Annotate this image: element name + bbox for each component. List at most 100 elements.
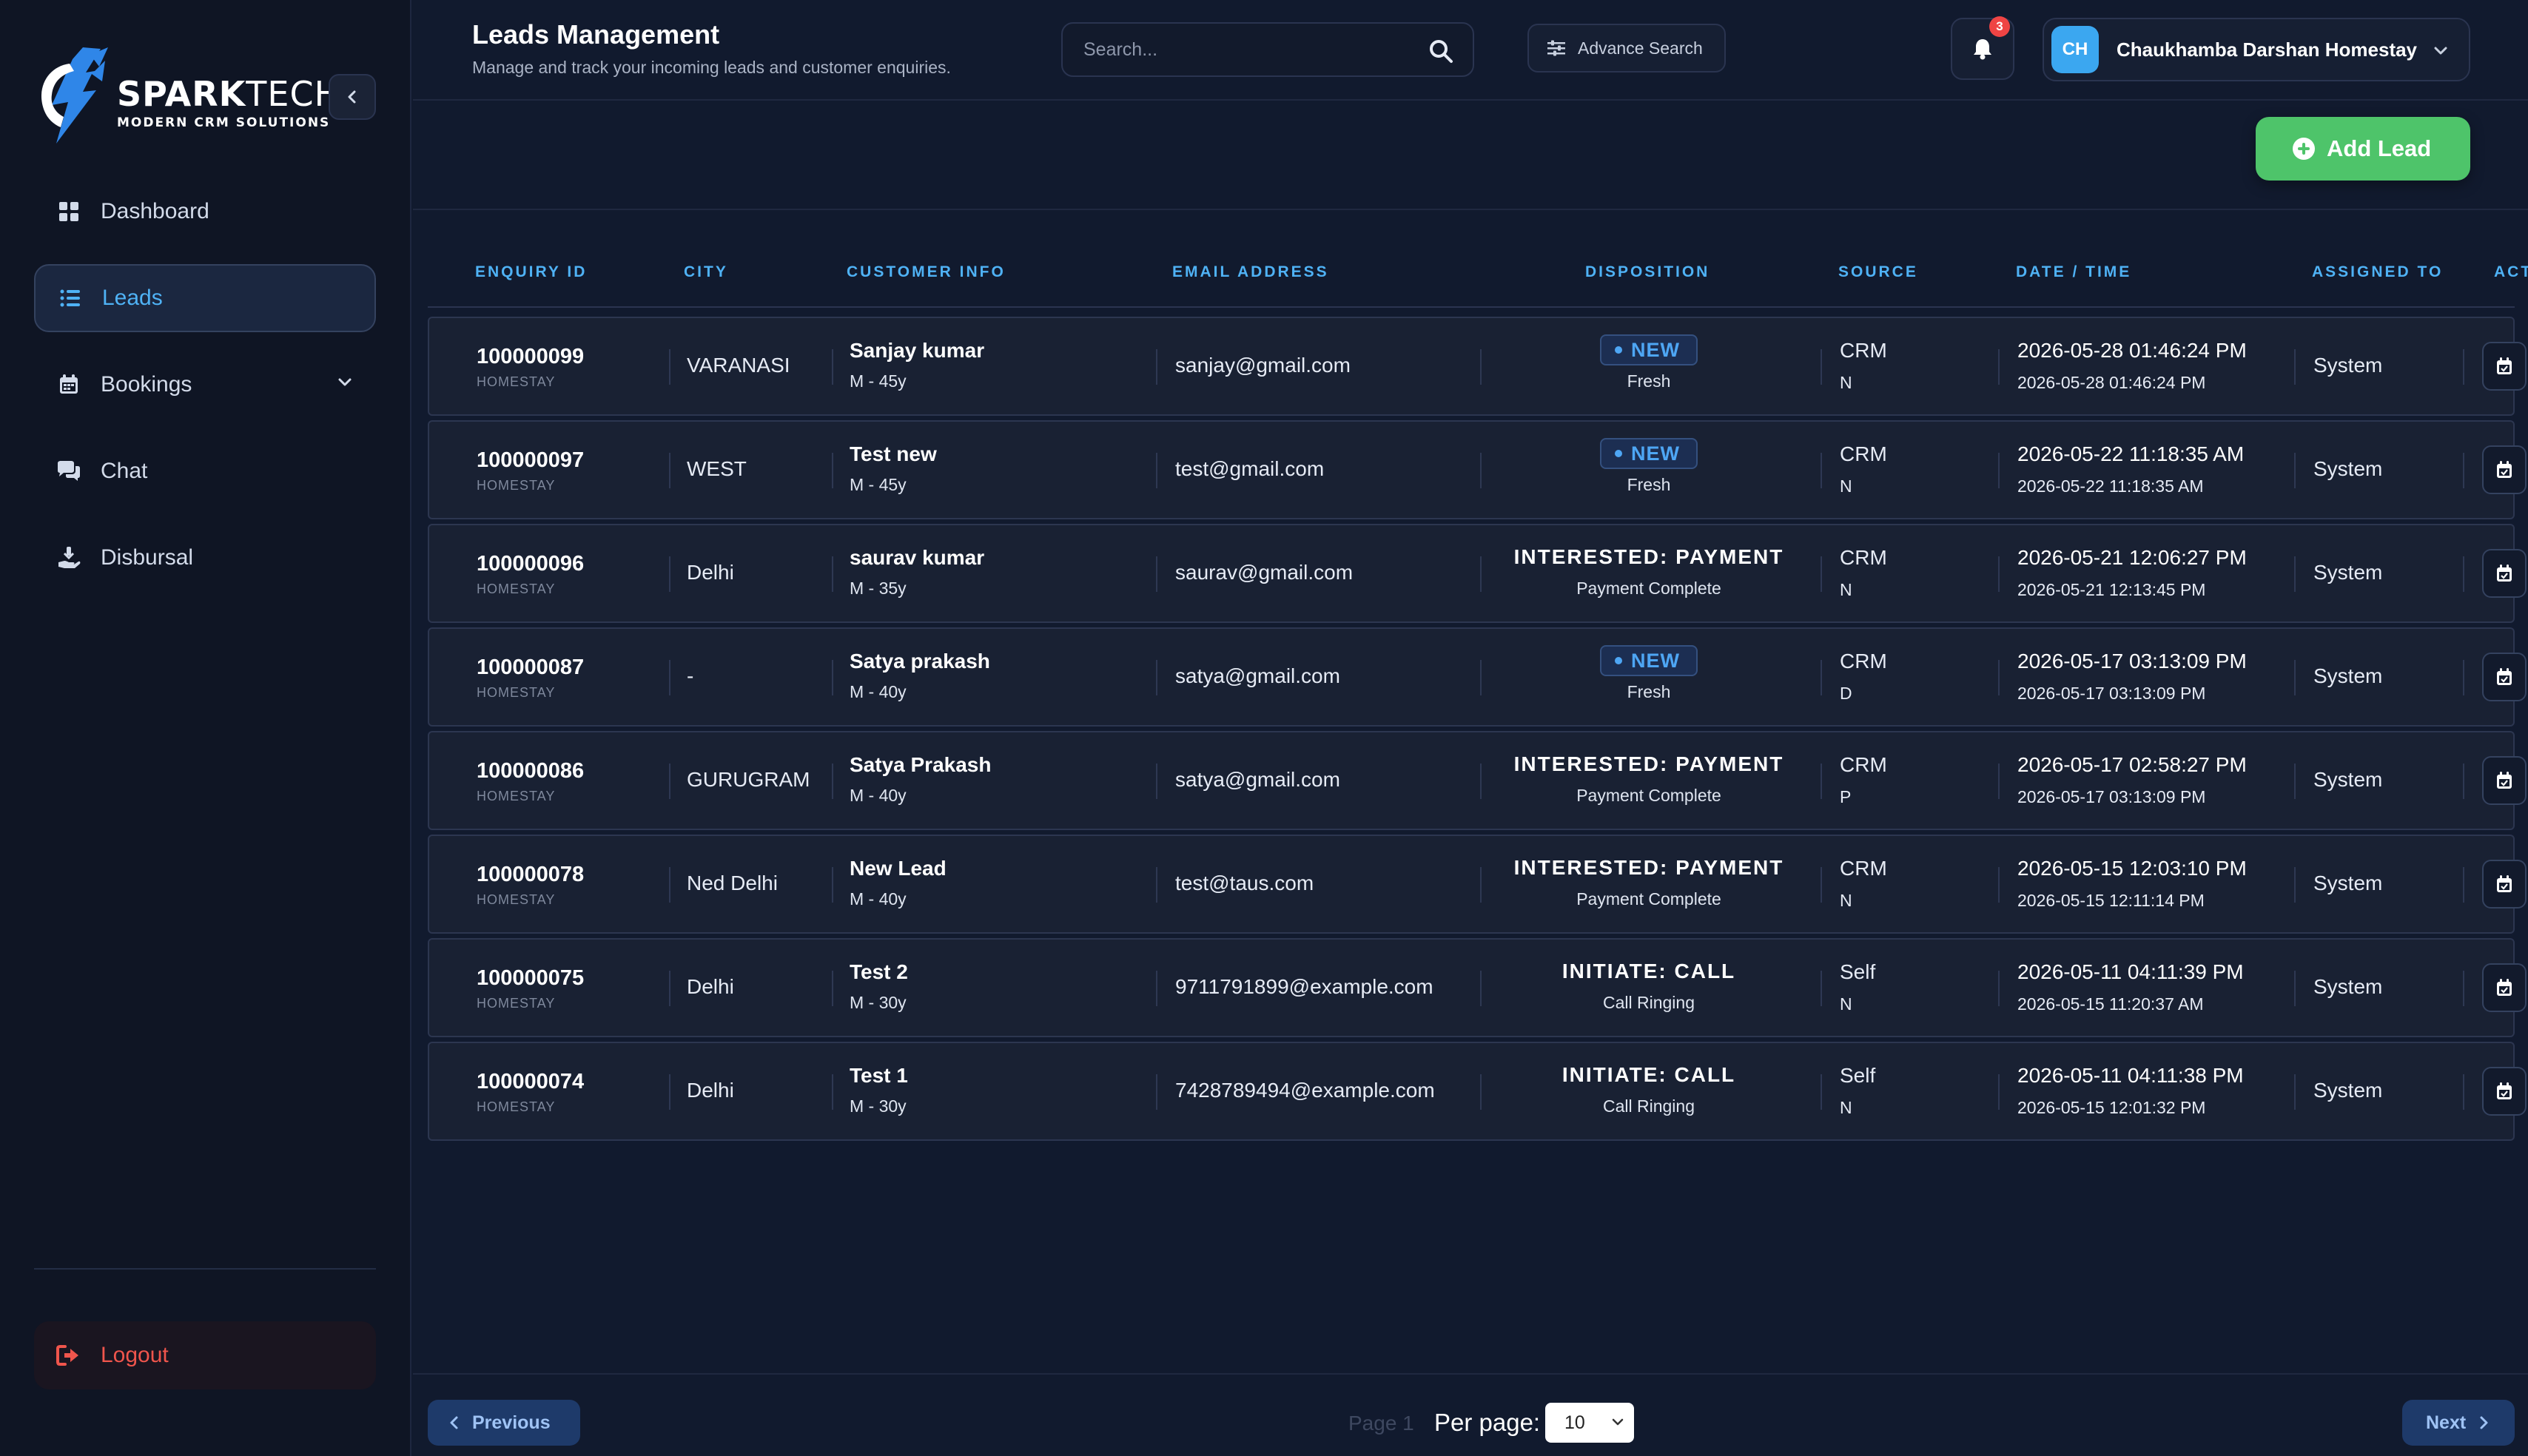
assigned-to-cell: System [2313, 872, 2383, 894]
assigned-to-cell: System [2313, 768, 2383, 791]
email-cell: satya@gmail.com [1175, 664, 1340, 687]
table-row[interactable]: 100000086 HOMESTAY GURUGRAM Satya Prakash M … [428, 731, 2527, 830]
disposition-sub: Payment Complete [1576, 579, 1721, 598]
schedule-button[interactable] [2482, 549, 2527, 598]
calendar-check-icon [2496, 1082, 2512, 1100]
leads-table: ENQUIRY ID CITY CUSTOMER INFO EMAIL ADDR… [428, 252, 2528, 1147]
sidebar-item-label: Chat [101, 459, 148, 483]
brand-name: SPARKTECH [117, 74, 341, 114]
sidebar: SPARKTECH MODERN CRM SOLUTIONS Dashboard… [0, 0, 411, 1456]
sidebar-divider [34, 1268, 376, 1270]
brand-logo[interactable]: SPARKTECH MODERN CRM SOLUTIONS [34, 44, 340, 148]
sidebar-item-disbursal[interactable]: Disbursal [34, 524, 376, 592]
cell-divider [2463, 971, 2464, 1006]
updated-time: 2026-05-21 12:13:45 PM [2017, 580, 2206, 599]
schedule-button[interactable] [2482, 445, 2527, 494]
schedule-button[interactable] [2482, 653, 2527, 701]
schedule-button[interactable] [2482, 860, 2527, 909]
cell-divider [1998, 764, 2000, 799]
customer-name: Satya prakash [850, 650, 990, 673]
sidebar-item-bookings[interactable]: Bookings [34, 351, 376, 419]
enquiry-id[interactable]: 100000075 [477, 966, 584, 991]
disposition-sub: Call Ringing [1602, 993, 1695, 1012]
customer-name: Satya Prakash [850, 753, 992, 776]
leads-toolbar: Add Lead [413, 102, 2528, 210]
cell-divider [2463, 453, 2464, 488]
customer-meta: M - 40y [850, 889, 907, 909]
enquiry-id[interactable]: 100000074 [477, 1070, 584, 1094]
collapse-sidebar-button[interactable] [329, 74, 376, 120]
updated-time: 2026-05-17 03:13:09 PM [2017, 787, 2206, 806]
column-header-actions[interactable]: ACT [2494, 263, 2528, 281]
cell-divider [669, 867, 670, 903]
chevron-down-icon [338, 378, 352, 386]
table-row[interactable]: 100000096 HOMESTAY Delhi saurav kumar M - 35… [428, 524, 2527, 623]
enquiry-id[interactable]: 100000097 [477, 448, 584, 473]
enquiry-id[interactable]: 100000096 [477, 552, 584, 576]
status-dot-icon [1615, 346, 1622, 354]
add-lead-button[interactable]: Add Lead [2256, 117, 2470, 181]
column-header-city[interactable]: CITY [684, 263, 728, 281]
enquiry-id[interactable]: 100000086 [477, 759, 584, 783]
schedule-button[interactable] [2482, 342, 2527, 391]
table-body: 100000099 HOMESTAY VARANASI Sanjay kumar M -… [428, 317, 2527, 1145]
table-row[interactable]: 100000074 HOMESTAY Delhi Test 1 M - 30y 74287… [428, 1042, 2527, 1141]
sidebar-item-label: Bookings [101, 372, 192, 397]
column-header-email[interactable]: EMAIL ADDRESS [1172, 263, 1329, 281]
enquiry-id[interactable]: 100000087 [477, 655, 584, 680]
created-time: 2026-05-17 03:13:09 PM [2017, 650, 2247, 673]
schedule-button[interactable] [2482, 1067, 2527, 1116]
column-header-assigned-to[interactable]: ASSIGNED TO [2312, 263, 2443, 281]
top-header: Leads Management Manage and track your i… [413, 0, 2528, 101]
table-row[interactable]: 100000097 HOMESTAY WEST Test new M - 45y test… [428, 420, 2527, 519]
city-cell: Delhi [687, 975, 734, 998]
previous-page-button[interactable]: Previous [428, 1400, 580, 1446]
cell-divider [2463, 1074, 2464, 1110]
next-page-button[interactable]: Next [2402, 1400, 2515, 1446]
logout-button[interactable]: Logout [34, 1321, 376, 1389]
search-input[interactable] [1063, 38, 1411, 61]
cell-divider [1480, 971, 1482, 1006]
lightning-logo-icon [41, 47, 108, 144]
per-page-select[interactable]: 10 [1545, 1403, 1634, 1443]
schedule-button[interactable] [2482, 756, 2527, 805]
email-cell: test@gmail.com [1175, 457, 1325, 480]
sidebar-item-leads[interactable]: Leads [34, 264, 376, 332]
column-header-date-time[interactable]: DATE / TIME [2016, 263, 2131, 281]
column-header-enquiry-id[interactable]: ENQUIRY ID [475, 263, 587, 281]
table-row[interactable]: 100000078 HOMESTAY Ned Delhi New Lead M - 40… [428, 835, 2527, 934]
updated-time: 2026-05-17 03:13:09 PM [2017, 684, 2206, 703]
cell-divider [1156, 971, 1157, 1006]
column-header-source[interactable]: SOURCE [1838, 263, 1918, 281]
cell-divider [1156, 453, 1157, 488]
table-row[interactable]: 100000075 HOMESTAY Delhi Test 2 M - 30y 97117… [428, 938, 2527, 1037]
table-row[interactable]: 100000099 HOMESTAY VARANASI Sanjay kumar M -… [428, 317, 2527, 416]
sidebar-item-dashboard[interactable]: Dashboard [34, 178, 376, 246]
source-cell: CRM [1840, 339, 1887, 362]
enquiry-type: HOMESTAY [477, 582, 556, 596]
enquiry-type: HOMESTAY [477, 789, 556, 803]
cell-divider [669, 971, 670, 1006]
cell-divider [1821, 1074, 1822, 1110]
table-row[interactable]: 100000087 HOMESTAY - Satya prakash M - 40y sa… [428, 627, 2527, 727]
schedule-button[interactable] [2482, 963, 2527, 1012]
enquiry-id[interactable]: 100000099 [477, 345, 584, 369]
notifications-button[interactable]: 3 [1951, 16, 2014, 80]
cell-divider [669, 349, 670, 385]
column-header-disposition[interactable]: DISPOSITION [1585, 263, 1710, 281]
search-icon[interactable] [1428, 38, 1453, 64]
cell-divider [832, 556, 833, 592]
cell-divider [832, 349, 833, 385]
column-header-customer-info[interactable]: CUSTOMER INFO [847, 263, 1006, 281]
cell-divider [1998, 453, 2000, 488]
table-header: ENQUIRY ID CITY CUSTOMER INFO EMAIL ADDR… [428, 252, 2528, 308]
user-menu[interactable]: CH Chaukhamba Darshan Homestay [2043, 18, 2470, 81]
created-time: 2026-05-15 12:03:10 PM [2017, 857, 2247, 880]
source-sub: N [1840, 891, 1852, 910]
sidebar-item-chat[interactable]: Chat [34, 437, 376, 505]
advance-search-button[interactable]: Advance Search [1527, 24, 1726, 73]
cell-divider [669, 1074, 670, 1110]
advance-search-label: Advance Search [1578, 38, 1703, 58]
disposition-label: INITIATE: CALL [1561, 1063, 1736, 1086]
enquiry-id[interactable]: 100000078 [477, 863, 584, 887]
